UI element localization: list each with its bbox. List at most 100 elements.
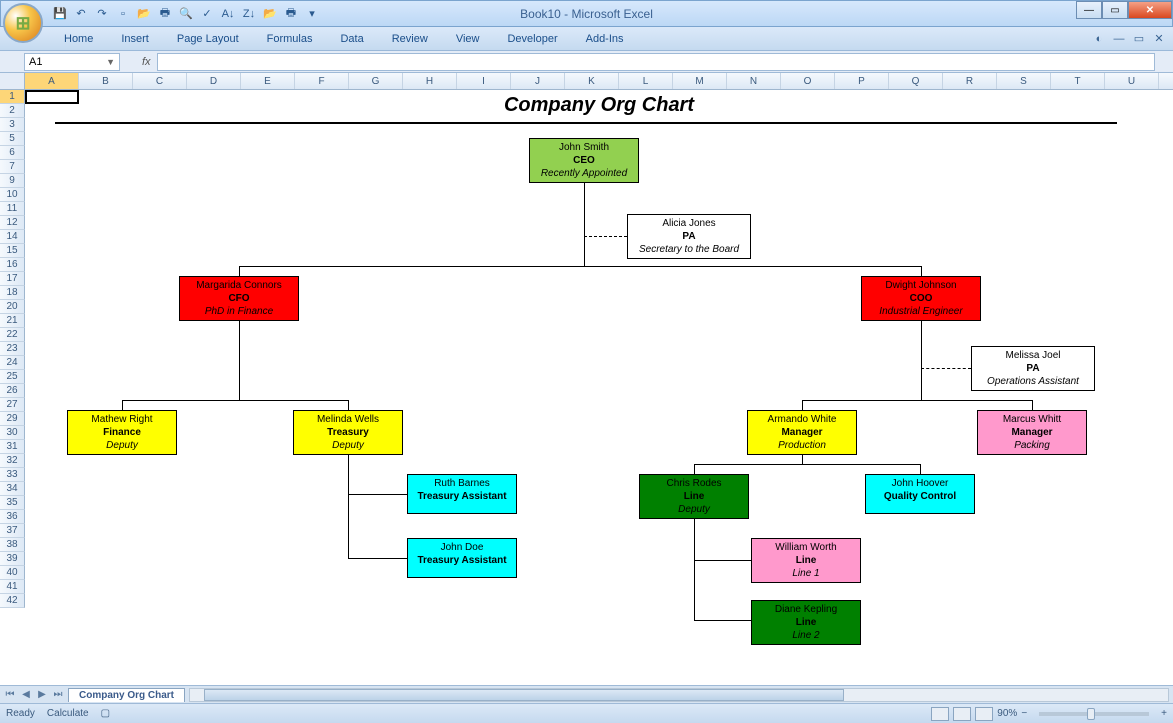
- row-header-38[interactable]: 38: [0, 538, 25, 552]
- close-button[interactable]: ✕: [1128, 1, 1172, 19]
- row-header-18[interactable]: 18: [0, 286, 25, 300]
- help-icon[interactable]: ◐: [1091, 31, 1107, 47]
- sort-asc-icon[interactable]: A↓: [219, 5, 237, 23]
- preview-icon[interactable]: 🔍: [177, 5, 195, 23]
- row-header-36[interactable]: 36: [0, 510, 25, 524]
- row-header-21[interactable]: 21: [0, 314, 25, 328]
- col-header-R[interactable]: R: [943, 73, 997, 89]
- tab-view[interactable]: View: [442, 30, 494, 48]
- view-pagebreak-button[interactable]: [975, 707, 993, 721]
- row-header-15[interactable]: 15: [0, 244, 25, 258]
- col-header-F[interactable]: F: [295, 73, 349, 89]
- row-header-2[interactable]: 2: [0, 104, 25, 118]
- tab-formulas[interactable]: Formulas: [253, 30, 327, 48]
- zoom-in-icon[interactable]: +: [1161, 708, 1167, 719]
- col-header-E[interactable]: E: [241, 73, 295, 89]
- node-treasury-asst-1[interactable]: Ruth Barnes Treasury Assistant: [407, 474, 517, 514]
- row-header-27[interactable]: 27: [0, 398, 25, 412]
- tab-next-icon[interactable]: ▶: [34, 689, 50, 700]
- select-all-corner[interactable]: [0, 73, 25, 90]
- node-pa2[interactable]: Melissa Joel PA Operations Assistant: [971, 346, 1095, 391]
- name-box[interactable]: A1 ▼: [24, 53, 120, 71]
- row-header-6[interactable]: 6: [0, 146, 25, 160]
- row-header-41[interactable]: 41: [0, 580, 25, 594]
- node-ceo[interactable]: John Smith CEO Recently Appointed: [529, 138, 639, 183]
- row-header-17[interactable]: 17: [0, 272, 25, 286]
- row-header-16[interactable]: 16: [0, 258, 25, 272]
- redo-icon[interactable]: ↷: [93, 5, 111, 23]
- tab-insert[interactable]: Insert: [107, 30, 163, 48]
- row-header-22[interactable]: 22: [0, 328, 25, 342]
- open-icon[interactable]: 📂: [135, 5, 153, 23]
- col-header-B[interactable]: B: [79, 73, 133, 89]
- zoom-slider[interactable]: [1039, 712, 1149, 716]
- row-header-26[interactable]: 26: [0, 384, 25, 398]
- name-box-dropdown-icon[interactable]: ▼: [106, 57, 115, 67]
- row-header-5[interactable]: 5: [0, 132, 25, 146]
- col-header-C[interactable]: C: [133, 73, 187, 89]
- row-header-33[interactable]: 33: [0, 468, 25, 482]
- node-pa1[interactable]: Alicia Jones PA Secretary to the Board: [627, 214, 751, 259]
- row-header-31[interactable]: 31: [0, 440, 25, 454]
- node-finance[interactable]: Mathew Right Finance Deputy: [67, 410, 177, 455]
- scrollbar-thumb[interactable]: [204, 689, 844, 701]
- row-header-9[interactable]: 9: [0, 174, 25, 188]
- col-header-J[interactable]: J: [511, 73, 565, 89]
- undo-icon[interactable]: ↶: [72, 5, 90, 23]
- quick-print-icon[interactable]: 🖶: [156, 5, 174, 23]
- zoom-out-icon[interactable]: −: [1021, 708, 1027, 719]
- col-header-T[interactable]: T: [1051, 73, 1105, 89]
- col-header-S[interactable]: S: [997, 73, 1051, 89]
- zoom-thumb[interactable]: [1087, 708, 1095, 720]
- col-header-M[interactable]: M: [673, 73, 727, 89]
- node-coo[interactable]: Dwight Johnson COO Industrial Engineer: [861, 276, 981, 321]
- view-normal-button[interactable]: [931, 707, 949, 721]
- row-header-10[interactable]: 10: [0, 188, 25, 202]
- sheet-tab-active[interactable]: Company Org Chart: [68, 688, 185, 702]
- new-icon[interactable]: ▫: [114, 5, 132, 23]
- tab-prev-icon[interactable]: ◀: [18, 689, 34, 700]
- node-manager-production[interactable]: Armando White Manager Production: [747, 410, 857, 455]
- row-header-1[interactable]: 1: [0, 90, 25, 104]
- col-header-K[interactable]: K: [565, 73, 619, 89]
- col-header-L[interactable]: L: [619, 73, 673, 89]
- row-header-23[interactable]: 23: [0, 342, 25, 356]
- col-header-Q[interactable]: Q: [889, 73, 943, 89]
- formula-input[interactable]: [157, 53, 1155, 71]
- save-icon[interactable]: 💾: [51, 5, 69, 23]
- tab-last-icon[interactable]: ⏭: [50, 689, 66, 700]
- row-header-37[interactable]: 37: [0, 524, 25, 538]
- col-header-A[interactable]: A: [25, 73, 79, 89]
- tab-developer[interactable]: Developer: [493, 30, 571, 48]
- row-header-42[interactable]: 42: [0, 594, 25, 608]
- node-line-1[interactable]: William Worth Line Line 1: [751, 538, 861, 583]
- row-header-39[interactable]: 39: [0, 552, 25, 566]
- view-layout-button[interactable]: [953, 707, 971, 721]
- row-header-11[interactable]: 11: [0, 202, 25, 216]
- horizontal-scrollbar[interactable]: [189, 688, 1169, 702]
- office-button[interactable]: [3, 3, 43, 43]
- row-header-24[interactable]: 24: [0, 356, 25, 370]
- tab-addins[interactable]: Add-Ins: [572, 30, 638, 48]
- row-header-34[interactable]: 34: [0, 482, 25, 496]
- col-header-O[interactable]: O: [781, 73, 835, 89]
- row-header-14[interactable]: 14: [0, 230, 25, 244]
- row-header-35[interactable]: 35: [0, 496, 25, 510]
- tab-first-icon[interactable]: ⏮: [2, 689, 18, 700]
- row-header-40[interactable]: 40: [0, 566, 25, 580]
- col-header-G[interactable]: G: [349, 73, 403, 89]
- col-header-P[interactable]: P: [835, 73, 889, 89]
- col-header-D[interactable]: D: [187, 73, 241, 89]
- row-header-25[interactable]: 25: [0, 370, 25, 384]
- node-cfo[interactable]: Margarida Connors CFO PhD in Finance: [179, 276, 299, 321]
- node-manager-packing[interactable]: Marcus Whitt Manager Packing: [977, 410, 1087, 455]
- node-treasury[interactable]: Melinda Wells Treasury Deputy: [293, 410, 403, 455]
- maximize-button[interactable]: ▭: [1102, 1, 1128, 19]
- row-header-32[interactable]: 32: [0, 454, 25, 468]
- row-header-29[interactable]: 29: [0, 412, 25, 426]
- row-header-12[interactable]: 12: [0, 216, 25, 230]
- fx-icon[interactable]: fx: [142, 56, 151, 68]
- macro-record-icon[interactable]: ▢: [101, 708, 110, 719]
- row-header-30[interactable]: 30: [0, 426, 25, 440]
- node-quality-control[interactable]: John Hoover Quality Control: [865, 474, 975, 514]
